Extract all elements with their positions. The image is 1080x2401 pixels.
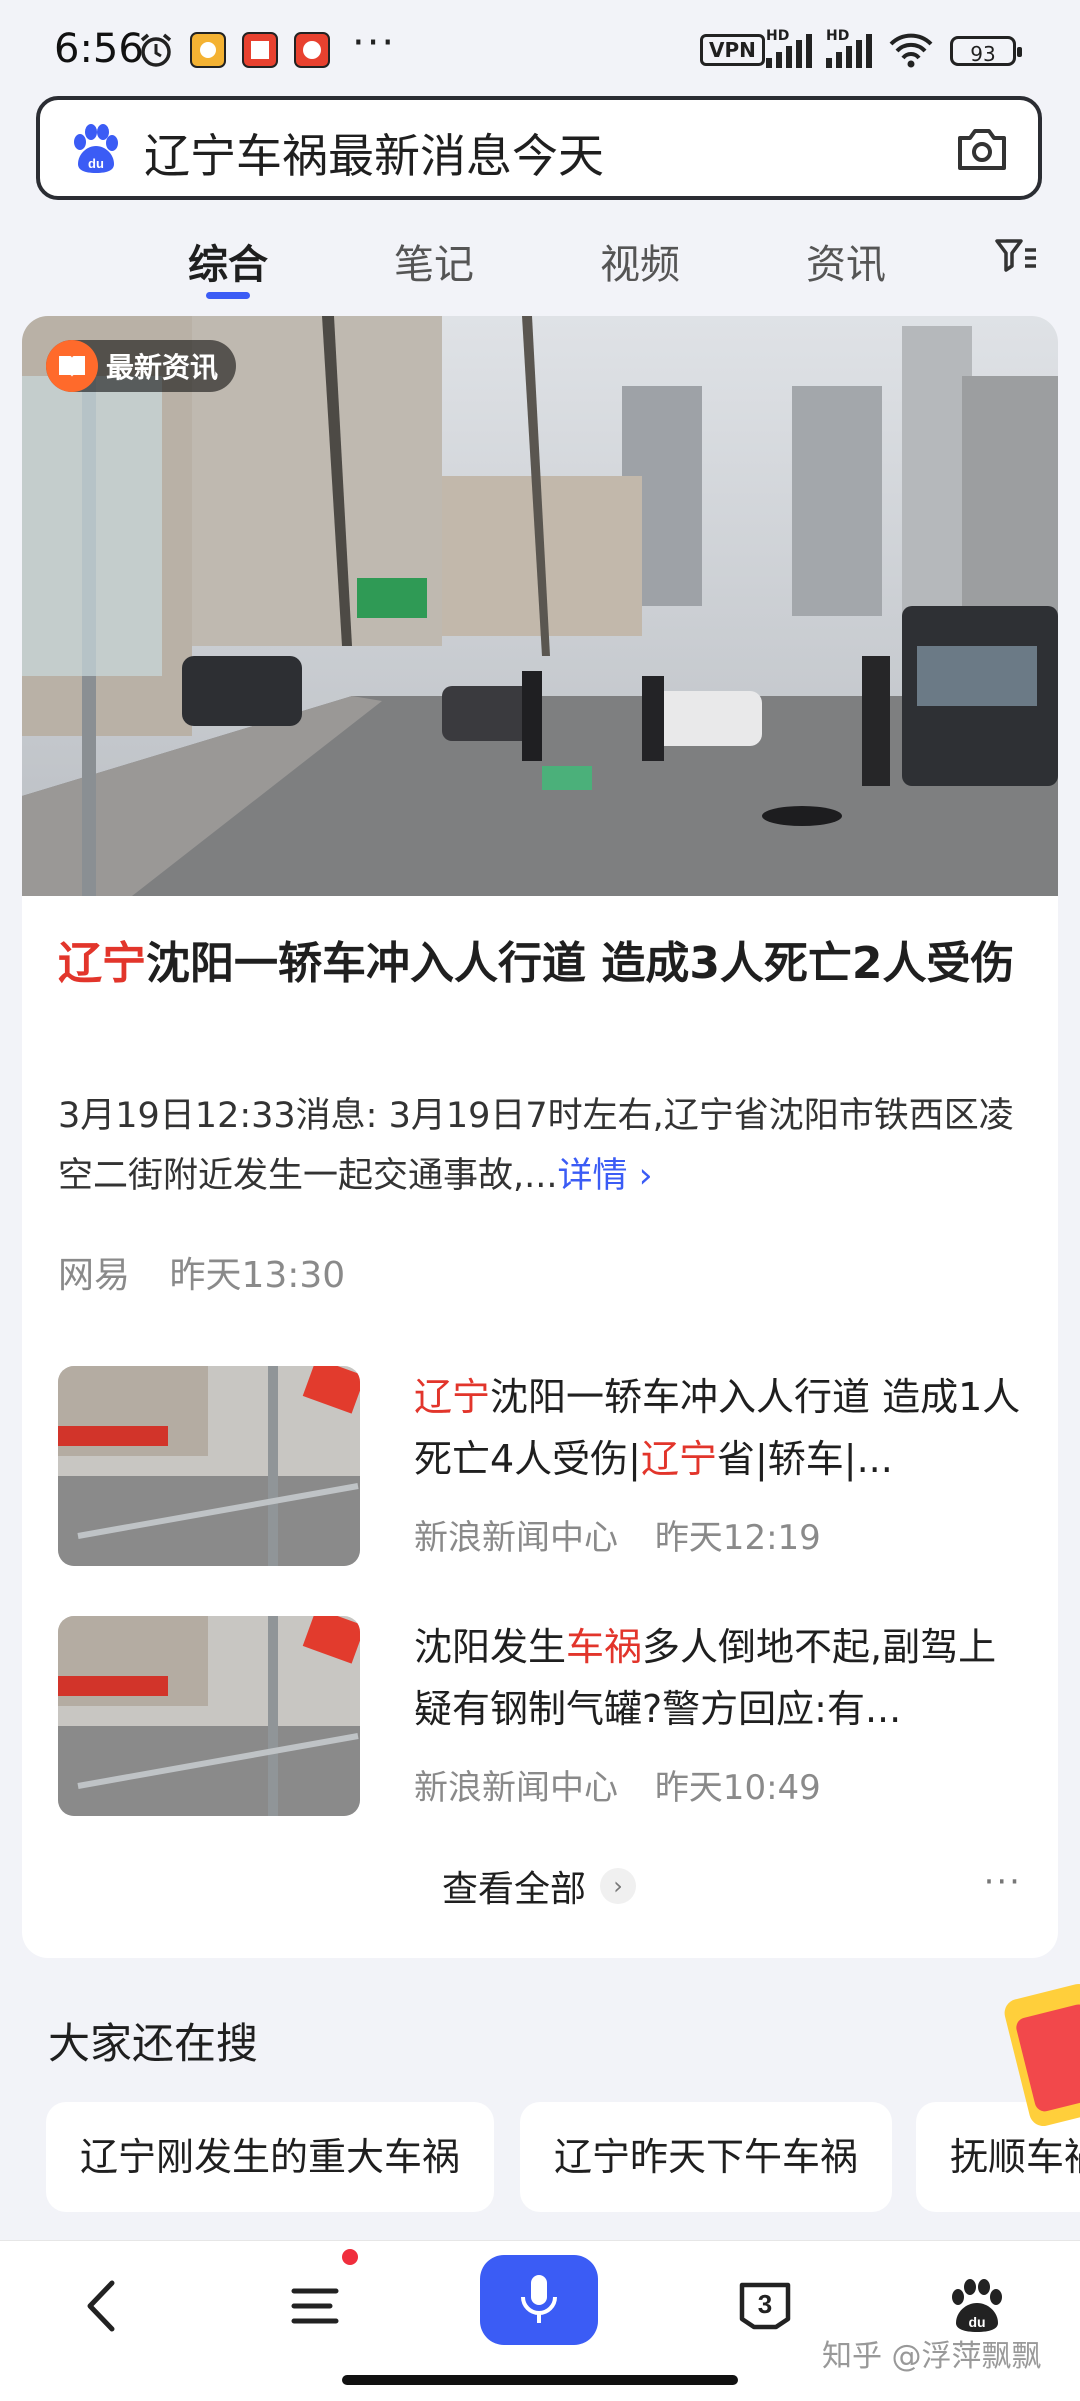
active-tab-indicator	[206, 292, 250, 299]
search-bar[interactable]: du 辽宁车祸最新消息今天	[36, 96, 1042, 200]
app-notification-icon	[190, 32, 226, 68]
news-thumbnail	[58, 1366, 360, 1566]
news-item-title[interactable]: 辽宁沈阳一轿车冲入人行道 造成1人死亡4人受伤|辽宁省|轿车|...	[414, 1366, 1034, 1490]
list-item[interactable]: 沈阳发生车祸多人倒地不起,副驾上疑有钢制气罐?警方回应:有... 新浪新闻中心 …	[58, 1616, 1038, 1820]
related-search-chip[interactable]: 辽宁刚发生的重大车祸	[46, 2102, 495, 2212]
publish-time: 昨天13:30	[169, 1255, 346, 1296]
list-item[interactable]: 辽宁沈阳一轿车冲入人行道 造成1人死亡4人受伤|辽宁省|轿车|... 新浪新闻中…	[58, 1366, 1038, 1570]
source-name: 新浪新闻中心	[414, 1518, 618, 1558]
chevron-right-icon: ›	[600, 1868, 637, 1904]
view-all-label: 查看全部	[442, 1869, 587, 1910]
news-result-card: 最新资讯 辽宁沈阳一轿车冲入人行道 造成3人死亡2人受伤 3月19日12:33消…	[22, 316, 1058, 1958]
news-item-title[interactable]: 沈阳发生车祸多人倒地不起,副驾上疑有钢制气罐?警方回应:有...	[414, 1616, 1034, 1740]
title-highlight: 辽宁	[414, 1375, 491, 1419]
clock: 6:56	[54, 26, 144, 72]
search-tabs: 综合 笔记 视频 资讯	[0, 214, 1080, 300]
related-searches-list: 辽宁刚发生的重大车祸 辽宁昨天下午车祸 抚顺车祸	[46, 2102, 1080, 2214]
home-indicator[interactable]	[342, 2375, 738, 2385]
svg-text:du: du	[968, 2314, 985, 2330]
title-highlight: 辽宁	[640, 1437, 717, 1481]
watermark: 知乎 @浮萍飘飘	[822, 2339, 1042, 2374]
more-notifications-icon: ···	[352, 20, 397, 66]
summary-text: 3月19日12:33消息: 3月19日7时左右,辽宁省沈阳市铁西区凌空二街附近发…	[58, 1096, 1014, 1196]
news-hero-image[interactable]: 最新资讯	[22, 316, 1058, 896]
notification-dot	[342, 2249, 358, 2265]
bottom-navigation: 3 du 知乎 @浮萍飘飘	[0, 2240, 1080, 2401]
headline-text: 沈阳一轿车冲入人行道 造成3人死亡2人受伤	[146, 938, 1015, 989]
news-item-source-line: 新浪新闻中心 昨天10:49	[414, 1760, 847, 1809]
publish-time: 昨天12:19	[654, 1518, 821, 1558]
title-text: 省|轿车|...	[717, 1437, 893, 1481]
microphone-icon	[521, 2275, 557, 2323]
view-all-button[interactable]: 查看全部 ›	[442, 1860, 637, 1912]
baidu-paw-icon: du	[74, 124, 118, 173]
app-notification-icon	[294, 32, 330, 68]
title-highlight: 车祸	[566, 1625, 643, 1669]
search-input[interactable]: 辽宁车祸最新消息今天	[144, 120, 604, 186]
tabs-icon[interactable]: 3	[730, 2271, 800, 2341]
back-icon[interactable]	[68, 2271, 138, 2341]
badge-label: 最新资讯	[106, 351, 219, 384]
tab-count: 3	[758, 2289, 772, 2319]
signal-icon	[766, 32, 812, 68]
svg-text:du: du	[88, 156, 104, 171]
publish-time: 昨天10:49	[654, 1768, 821, 1808]
filter-icon[interactable]	[994, 236, 1038, 276]
street-scene-image	[22, 316, 1058, 896]
more-options-icon[interactable]: ···	[984, 1862, 1022, 1902]
news-headline[interactable]: 辽宁沈阳一轿车冲入人行道 造成3人死亡2人受伤	[58, 932, 1028, 996]
related-searches-title: 大家还在搜	[48, 2019, 259, 2068]
menu-icon[interactable]	[280, 2271, 350, 2341]
news-summary: 3月19日12:33消息: 3月19日7时左右,辽宁省沈阳市铁西区凌空二街附近发…	[58, 1086, 1038, 1206]
source-name: 新浪新闻中心	[414, 1768, 618, 1808]
battery-indicator: 93	[950, 36, 1022, 66]
alarm-icon	[140, 33, 172, 67]
tab-notes[interactable]: 笔记	[394, 232, 474, 290]
tab-news[interactable]: 资讯	[806, 232, 886, 290]
camera-icon[interactable]	[956, 124, 1008, 174]
signal-icon	[826, 32, 872, 68]
news-thumbnail	[58, 1616, 360, 1816]
tab-videos[interactable]: 视频	[600, 232, 680, 290]
wifi-icon	[889, 33, 933, 68]
news-book-icon	[46, 340, 98, 392]
news-source-line: 网易 昨天13:30	[58, 1246, 373, 1298]
app-notification-icon	[242, 32, 278, 68]
related-search-chip[interactable]: 辽宁昨天下午车祸	[520, 2102, 893, 2212]
headline-highlight: 辽宁	[58, 938, 146, 989]
title-text: 沈阳发生	[414, 1625, 567, 1669]
details-link[interactable]: 详情 ›	[558, 1156, 653, 1196]
voice-search-button[interactable]	[480, 2255, 598, 2345]
vpn-indicator: VPN	[700, 34, 765, 66]
news-item-source-line: 新浪新闻中心 昨天12:19	[414, 1510, 847, 1559]
status-bar: 6:56 ··· VPN HD HD 93	[0, 0, 1080, 96]
latest-news-badge: 最新资讯	[46, 340, 237, 392]
tab-comprehensive[interactable]: 综合	[188, 232, 268, 290]
source-name: 网易	[58, 1255, 131, 1296]
